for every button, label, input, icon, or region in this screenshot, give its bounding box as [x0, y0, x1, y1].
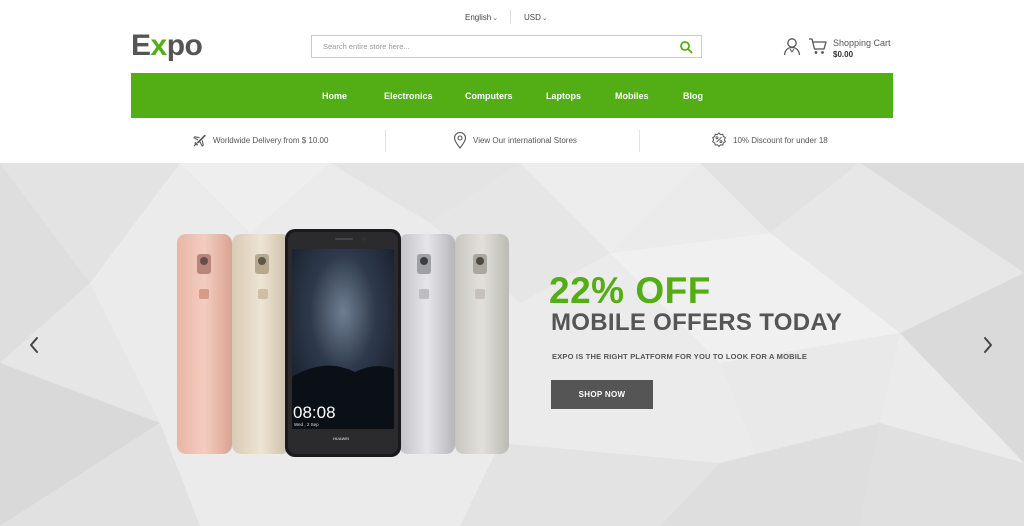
nav-item-computers[interactable]: Computers	[465, 91, 513, 101]
shop-now-button[interactable]: SHOP NOW	[551, 380, 653, 409]
divider	[510, 10, 511, 24]
nav-item-electronics[interactable]: Electronics	[384, 91, 433, 101]
currency-label: USD	[524, 13, 541, 22]
logo[interactable]: Expo	[131, 28, 203, 64]
feature-stores: View Our international Stores	[453, 130, 577, 150]
search-bar	[311, 35, 702, 58]
main-nav: Home Electronics Computers Laptops Mobil…	[131, 73, 893, 118]
map-pin-icon	[453, 131, 467, 149]
phone-brand: HUAWEI	[333, 436, 349, 441]
feature-delivery: Worldwide Delivery from $ 10.00	[192, 130, 328, 150]
hero-slider: 08:08 Wed , 2 Sep HUAWEI 22% OFF MOBILE …	[0, 163, 1024, 526]
nav-item-home[interactable]: Home	[322, 91, 347, 101]
hero-title: MOBILE OFFERS TODAY	[551, 309, 843, 336]
nav-item-mobiles[interactable]: Mobiles	[615, 91, 649, 101]
cart-summary[interactable]: Shopping Cart $0.00	[833, 37, 891, 61]
phones-image: 08:08 Wed , 2 Sep HUAWEI	[177, 229, 509, 457]
chevron-down-icon: ⌄	[541, 15, 548, 22]
logo-text: E	[131, 29, 151, 62]
logo-text-accent: x	[150, 29, 168, 62]
prev-slide-button[interactable]	[28, 335, 40, 355]
cart-label: Shopping Cart	[833, 38, 891, 48]
feature-text: View Our international Stores	[473, 135, 577, 145]
next-slide-button[interactable]	[982, 335, 994, 355]
phone-clock: 08:08	[293, 403, 336, 422]
language-label: English	[465, 13, 492, 22]
chevron-down-icon: ⌄	[492, 15, 499, 22]
divider	[385, 130, 386, 152]
feature-text: Worldwide Delivery from $ 10.00	[213, 135, 329, 145]
hero-subtitle: EXPO IS THE RIGHT PLATFORM FOR YOU TO LO…	[552, 352, 808, 361]
feature-text: 10% Discount for under 18	[733, 135, 828, 145]
logo-text: po	[166, 29, 203, 62]
cart-amount: $0.00	[833, 50, 854, 59]
phone-date: Wed , 2 Sep	[294, 422, 319, 427]
hero-discount: 22% OFF	[549, 270, 711, 311]
search-input[interactable]	[312, 36, 662, 57]
airplane-icon	[193, 134, 206, 147]
currency-selector[interactable]: USD⌄	[524, 13, 548, 22]
features-bar: Worldwide Delivery from $ 10.00 View Our…	[131, 118, 893, 163]
nav-item-laptops[interactable]: Laptops	[546, 91, 581, 101]
user-icon[interactable]	[782, 36, 802, 56]
divider	[639, 130, 640, 152]
nav-item-blog[interactable]: Blog	[683, 91, 703, 101]
feature-discount: 10% Discount for under 18	[711, 130, 828, 150]
cart-icon[interactable]	[808, 37, 828, 55]
discount-badge-icon	[712, 132, 726, 148]
language-selector[interactable]: English⌄	[465, 13, 498, 22]
search-icon[interactable]	[679, 40, 693, 54]
